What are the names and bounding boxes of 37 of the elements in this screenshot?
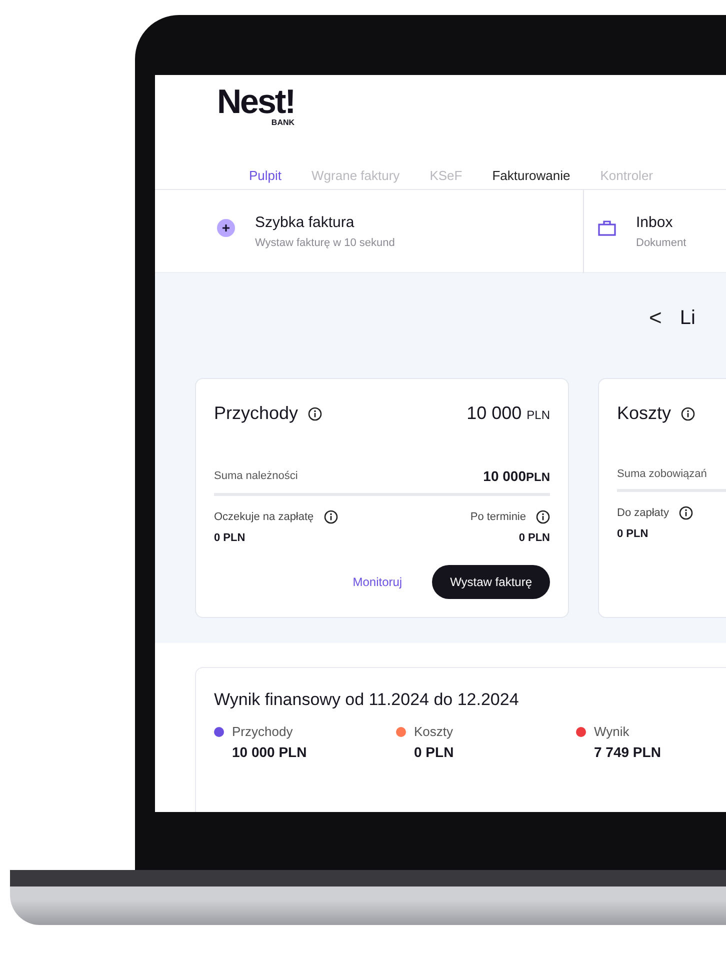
monitor-link[interactable]: Monitoruj <box>352 575 402 589</box>
legend-label: Koszty <box>414 724 454 739</box>
action-subtitle: Wystaw fakturę w 10 sekund <box>255 237 395 249</box>
info-icon[interactable] <box>681 406 696 420</box>
back-button[interactable]: < <box>645 305 666 331</box>
action-title[interactable]: Inbox <box>636 214 686 231</box>
sum-amount: 10 000PLN <box>483 468 550 484</box>
period-label: Li <box>680 306 696 330</box>
legend-label: Wynik <box>594 724 630 739</box>
legend-value: 10 000 PLN <box>232 744 307 760</box>
card-title: Przychody <box>214 403 298 424</box>
stat-label: Oczekuje na zapłatę <box>214 511 314 523</box>
briefcase-icon[interactable] <box>598 220 616 236</box>
action-subtitle: Dokument <box>636 237 686 249</box>
legend-label: Przychody <box>232 724 294 739</box>
stat-label: Do zapłaty <box>617 507 669 519</box>
action-title[interactable]: Szybka faktura <box>255 214 395 231</box>
info-icon[interactable] <box>678 506 693 520</box>
info-icon[interactable] <box>536 510 550 524</box>
info-icon[interactable] <box>308 406 322 420</box>
legend-value: 7 749 PLN <box>594 744 661 760</box>
stat-value: 0 PLN <box>518 532 550 544</box>
result-title: Wynik finansowy od 11.2024 do 12.2024 <box>214 690 520 710</box>
stat-label: Po terminie <box>470 511 526 523</box>
bank-logo[interactable]: Nest! BANK <box>217 85 295 127</box>
info-icon[interactable] <box>324 510 338 524</box>
legend-value: 0 PLN <box>414 744 454 760</box>
stat-value: 0 PLN <box>617 528 650 540</box>
stat-value: 0 PLN <box>214 532 246 544</box>
plus-icon[interactable] <box>217 218 235 236</box>
sum-label: Suma należności <box>214 470 298 482</box>
nav-tab[interactable]: Pulpit <box>249 162 282 189</box>
nav-tab[interactable]: Fakturowanie <box>492 162 570 189</box>
card-title: Koszty <box>617 403 672 424</box>
sum-label: Suma zobowiązań <box>617 468 707 480</box>
card-amount: 10 000 PLN <box>466 403 550 424</box>
issue-invoice-button[interactable]: Wystaw fakturę <box>432 565 550 599</box>
